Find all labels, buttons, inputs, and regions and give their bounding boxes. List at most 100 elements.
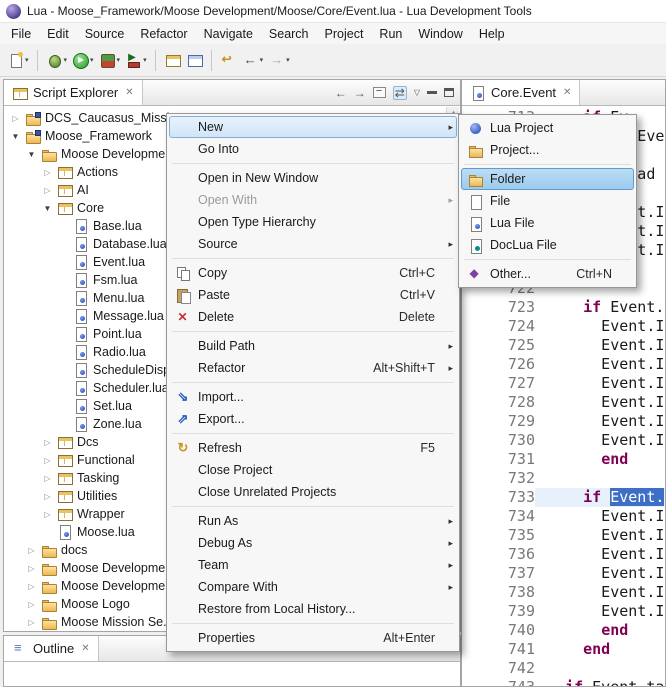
expand-arrow-icon[interactable]: ▼ xyxy=(10,132,21,141)
line-number[interactable]: 739 xyxy=(462,602,535,621)
menu-file[interactable]: File xyxy=(3,25,39,43)
menu-search[interactable]: Search xyxy=(261,25,317,43)
code-text[interactable]: Event.I xyxy=(535,317,665,336)
menu-item-file[interactable]: File xyxy=(461,190,634,212)
code-text[interactable]: Event.I xyxy=(535,412,665,431)
code-line[interactable]: 731 end xyxy=(462,450,665,469)
collapse-arrow-icon[interactable]: ▷ xyxy=(10,114,21,123)
collapse-arrow-icon[interactable]: ▷ xyxy=(26,600,37,609)
minimize-icon[interactable] xyxy=(427,91,437,94)
menu-item-other[interactable]: Other...Ctrl+N xyxy=(461,263,634,285)
line-number[interactable]: 724 xyxy=(462,317,535,336)
line-number[interactable]: 735 xyxy=(462,526,535,545)
run-button[interactable]: ▾ xyxy=(70,48,96,73)
collapse-arrow-icon[interactable]: ▷ xyxy=(26,564,37,573)
collapse-arrow-icon[interactable]: ▷ xyxy=(26,618,37,627)
code-line[interactable]: 726 Event.I xyxy=(462,355,665,374)
menu-item-close-project[interactable]: Close Project xyxy=(169,459,457,481)
code-text[interactable]: end xyxy=(535,450,665,469)
menu-item-open-in-new-window[interactable]: Open in New Window xyxy=(169,167,457,189)
line-number[interactable]: 728 xyxy=(462,393,535,412)
maximize-icon[interactable] xyxy=(444,88,454,97)
code-line[interactable]: 734 Event.I xyxy=(462,507,665,526)
code-line[interactable]: 724 Event.I xyxy=(462,317,665,336)
code-line[interactable]: 740 end xyxy=(462,621,665,640)
menu-project[interactable]: Project xyxy=(317,25,372,43)
view-menu-icon[interactable]: ▽ xyxy=(414,89,420,97)
tab-script-explorer[interactable]: Script Explorer ✕ xyxy=(4,80,143,105)
back-button[interactable]: ▾ xyxy=(240,48,266,73)
code-text[interactable]: end xyxy=(535,640,665,659)
menu-item-copy[interactable]: CopyCtrl+C xyxy=(169,262,457,284)
code-text[interactable] xyxy=(535,469,665,488)
menu-item-go-into[interactable]: Go Into xyxy=(169,138,457,160)
menu-item-export[interactable]: Export... xyxy=(169,408,457,430)
menu-item-folder[interactable]: Folder xyxy=(461,168,634,190)
menu-edit[interactable]: Edit xyxy=(39,25,77,43)
expand-arrow-icon[interactable]: ▼ xyxy=(42,204,53,213)
code-text[interactable]: end xyxy=(535,621,665,640)
line-number[interactable]: 733 xyxy=(462,488,535,507)
line-number[interactable]: 741 xyxy=(462,640,535,659)
code-line[interactable]: 735 Event.I xyxy=(462,526,665,545)
menu-item-source[interactable]: Source▸ xyxy=(169,233,457,255)
menu-window[interactable]: Window xyxy=(410,25,470,43)
code-line[interactable]: 737 Event.I xyxy=(462,564,665,583)
code-line[interactable]: 739 Event.I xyxy=(462,602,665,621)
menu-item-doclua-file[interactable]: DocLua File xyxy=(461,234,634,256)
code-text[interactable]: if Event. xyxy=(535,488,665,507)
collapse-arrow-icon[interactable]: ▷ xyxy=(42,438,53,447)
line-number[interactable]: 731 xyxy=(462,450,535,469)
code-line[interactable]: 729 Event.I xyxy=(462,412,665,431)
menu-item-lua-file[interactable]: Lua File xyxy=(461,212,634,234)
tab-core-event[interactable]: Core.Event ✕ xyxy=(462,80,580,105)
code-text[interactable]: Event.I xyxy=(535,564,665,583)
view-forward-icon[interactable]: → xyxy=(354,87,366,99)
link-with-editor-icon[interactable]: ⇄ xyxy=(393,86,407,100)
close-icon[interactable]: ✕ xyxy=(81,643,89,654)
code-line[interactable]: 741 end xyxy=(462,640,665,659)
collapse-arrow-icon[interactable]: ▷ xyxy=(42,510,53,519)
menu-item-new[interactable]: New▸ xyxy=(169,116,457,138)
collapse-arrow-icon[interactable]: ▷ xyxy=(26,582,37,591)
collapse-arrow-icon[interactable]: ▷ xyxy=(42,456,53,465)
collapse-arrow-icon[interactable]: ▷ xyxy=(42,186,53,195)
code-text[interactable]: Event.I xyxy=(535,507,665,526)
menu-help[interactable]: Help xyxy=(471,25,513,43)
code-line[interactable]: 733 if Event. xyxy=(462,488,665,507)
code-line[interactable]: 730 Event.I xyxy=(462,431,665,450)
line-number[interactable]: 734 xyxy=(462,507,535,526)
menu-item-refresh[interactable]: RefreshF5 xyxy=(169,437,457,459)
menu-item-run-as[interactable]: Run As▸ xyxy=(169,510,457,532)
menu-item-open-with[interactable]: Open With▸ xyxy=(169,189,457,211)
show-data-view-button[interactable] xyxy=(162,48,183,73)
collapse-arrow-icon[interactable]: ▷ xyxy=(26,546,37,555)
menu-item-import[interactable]: Import... xyxy=(169,386,457,408)
menu-item-debug-as[interactable]: Debug As▸ xyxy=(169,532,457,554)
line-number[interactable]: 742 xyxy=(462,659,535,678)
menu-item-build-path[interactable]: Build Path▸ xyxy=(169,335,457,357)
code-line[interactable]: 723 if Event. xyxy=(462,298,665,317)
view-back-icon[interactable]: ← xyxy=(335,87,347,99)
external-tools-button[interactable]: ▾ xyxy=(123,48,149,73)
expand-arrow-icon[interactable]: ▼ xyxy=(26,150,37,159)
collapse-all-icon[interactable] xyxy=(373,87,386,98)
close-icon[interactable]: ✕ xyxy=(125,87,133,98)
code-text[interactable]: Event.I xyxy=(535,393,665,412)
line-number[interactable]: 726 xyxy=(462,355,535,374)
menu-item-delete[interactable]: DeleteDelete xyxy=(169,306,457,328)
menu-item-properties[interactable]: PropertiesAlt+Enter xyxy=(169,627,457,649)
menu-item-open-type-hierarchy[interactable]: Open Type Hierarchy xyxy=(169,211,457,233)
line-number[interactable]: 729 xyxy=(462,412,535,431)
code-text[interactable]: Event.I xyxy=(535,602,665,621)
code-text[interactable]: Event.I xyxy=(535,431,665,450)
menu-refactor[interactable]: Refactor xyxy=(132,25,195,43)
line-number[interactable]: 730 xyxy=(462,431,535,450)
menu-item-restore-from-local-history[interactable]: Restore from Local History... xyxy=(169,598,457,620)
code-text[interactable]: if Event. xyxy=(535,298,665,317)
line-number[interactable]: 737 xyxy=(462,564,535,583)
menu-run[interactable]: Run xyxy=(371,25,410,43)
code-text[interactable] xyxy=(535,659,665,678)
line-number[interactable]: 732 xyxy=(462,469,535,488)
code-text[interactable]: Event.I xyxy=(535,583,665,602)
